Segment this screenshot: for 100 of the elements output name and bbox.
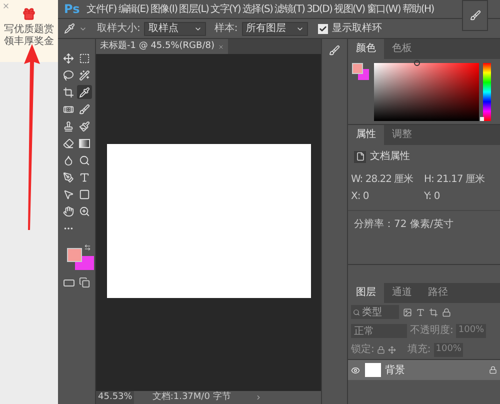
menu-item[interactable]: 文字(Y) [210,2,242,16]
background-swatch[interactable] [75,256,94,270]
sample-size-select[interactable]: 取样点 [144,22,206,36]
move-icon [63,52,74,64]
layer-row[interactable]: 背景 [348,360,500,380]
panel-tab[interactable]: 路径 [420,283,456,303]
lock-filter-icon[interactable] [442,308,451,316]
tool-button[interactable] [76,119,92,133]
move-lock-icon[interactable] [388,346,396,354]
menu-item[interactable]: 窗口(W) [366,2,402,16]
tool-button[interactable] [61,68,76,82]
color-picker-ring[interactable] [414,60,420,66]
menu-item[interactable]: 图层(L) [178,2,210,16]
panel-tab[interactable]: 颜色 [348,39,384,59]
swap-icon[interactable] [84,244,91,251]
property-value: Y: 0 [424,190,441,204]
menu-item[interactable]: 图像(I) [149,2,178,16]
property-value: H: 21.17 厘米 [424,172,486,187]
close-icon[interactable] [218,44,224,50]
quick-mask-icon[interactable] [62,277,75,289]
document-tab[interactable]: 未标题-1 @ 45.5%(RGB/8) [96,39,228,54]
tool-button[interactable] [76,85,92,99]
wand-icon [78,70,90,80]
droplet-icon [63,154,74,166]
brush-icon [78,104,90,114]
type-icon [78,172,90,182]
type-filter-icon[interactable] [416,308,425,316]
opacity-label: 不透明度: [410,324,454,338]
square-icon [78,188,90,200]
blend-mode-select[interactable]: 正常 [351,324,407,338]
foreground-swatch[interactable] [352,63,363,74]
fill-label: 填充: [407,342,431,357]
ad-title: 写优质题赏 [4,24,54,36]
tool-button[interactable] [76,102,92,116]
layer-name: 背景 [385,364,405,378]
tool-button[interactable] [76,68,92,82]
menu-item[interactable]: 选择(S) [241,2,274,16]
brush-icon[interactable] [470,10,480,21]
gift-icon [22,6,36,22]
document-status: 文档:1.37M/0 字节 [152,390,231,404]
transform-filter-icon[interactable] [429,308,438,316]
foreground-swatch[interactable] [67,248,82,262]
menu-item[interactable]: 文件(F) [86,2,118,16]
bandage-icon [63,104,74,114]
tool-button[interactable] [61,170,76,184]
crop-icon [63,86,74,98]
screen-mode-icon[interactable] [78,277,90,288]
tool-button[interactable] [76,136,92,150]
show-ring-label: 显示取样环 [332,22,382,36]
image-filter-icon[interactable] [403,308,412,316]
properties-title: 文档属性 [370,150,410,164]
document-icon [354,150,366,162]
pointer-icon [63,188,74,200]
menu-item[interactable]: 滤镜(T) [274,2,306,16]
panel-tab[interactable]: 调整 [384,125,420,145]
menu-item[interactable]: 3D(D) [306,2,334,16]
sample-select[interactable]: 所有图层 [242,22,308,36]
background-swatch[interactable] [358,69,369,80]
app-logo: Ps [63,1,81,18]
menu-item[interactable]: 视图(V) [333,2,366,16]
lasso-icon [63,70,74,80]
eraser-icon [63,138,74,148]
paintbrush-icon [78,120,90,132]
tool-button[interactable] [61,51,76,65]
eyedropper-icon [78,86,90,98]
tool-button[interactable] [61,204,76,218]
eyedropper-icon[interactable] [64,23,75,34]
hand-icon [63,206,74,216]
color-field[interactable] [374,63,479,121]
lock-icon[interactable] [377,346,386,354]
close-icon[interactable] [2,2,10,10]
resolution-text: 分辨率：72 像素/英寸 [353,218,454,232]
tool-button[interactable] [61,85,76,99]
lock-label: 锁定: [351,342,374,357]
search-icon [353,308,360,316]
menu-item[interactable]: 帮助(H) [402,2,435,16]
sample-label: 样本: [214,22,238,36]
ad-subtitle: 领丰厚奖金 [4,36,54,48]
sample-size-label: 取样大小: [97,22,140,36]
panel-tab[interactable]: 色板 [384,39,420,59]
brush-settings-icon[interactable] [329,45,340,56]
panel-tab[interactable]: 属性 [348,125,384,145]
magnifier-icon [78,154,90,166]
hue-slider[interactable] [483,63,491,121]
layer-thumbnail [365,363,381,377]
stamp-icon [63,120,74,132]
panel-tab[interactable]: 图层 [348,283,384,303]
lock-icon [489,366,497,374]
panel-tab[interactable]: 通道 [384,283,420,303]
filter-select[interactable]: 类型 [351,305,399,319]
hue-slider-thumb[interactable] [480,117,484,121]
property-value: X: 0 [351,190,370,204]
tool-button[interactable] [61,136,76,150]
show-ring-checkbox[interactable] [318,24,328,34]
visibility-icon[interactable] [351,366,360,374]
marquee-icon [78,52,90,64]
ad-card[interactable]: 写优质题赏 领丰厚奖金 [0,0,58,62]
menu-item[interactable]: 编辑(E) [117,2,150,16]
gradient-icon [78,138,90,148]
zoom-level[interactable]: 45.53% [96,390,134,404]
